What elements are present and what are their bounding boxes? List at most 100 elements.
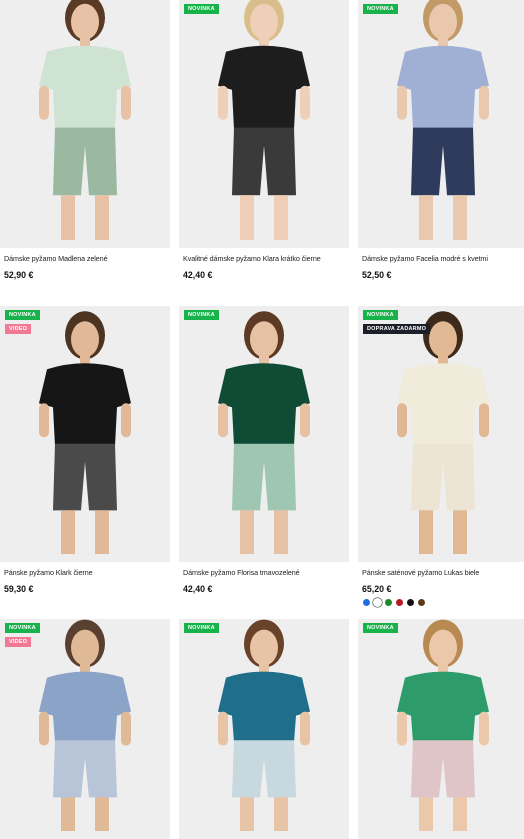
model-neck — [438, 354, 448, 365]
model-left-arm — [397, 711, 407, 746]
badge-group: NOVINKA — [184, 623, 219, 633]
product-photo — [0, 0, 170, 248]
model-neck — [438, 662, 448, 673]
product-photo — [358, 0, 524, 248]
product-image[interactable]: NOVINKA — [179, 306, 349, 562]
badge-group: NOVINKA DOPRAVA ZADARMO — [363, 310, 431, 334]
model-head — [71, 629, 99, 666]
model-left-leg — [61, 195, 75, 240]
product-photo — [0, 619, 170, 839]
model-neck — [259, 662, 269, 673]
color-swatch[interactable] — [374, 599, 381, 606]
model-right-arm — [479, 403, 489, 438]
model-right-leg — [274, 195, 288, 240]
model-left-arm — [218, 85, 228, 120]
product-title[interactable]: Dámske pyžamo Facelia modré s kvetmi — [362, 254, 488, 263]
product-photo — [179, 306, 349, 562]
new-badge: NOVINKA — [363, 4, 398, 14]
model-right-arm — [300, 85, 310, 120]
product-title[interactable]: Kvalitné dámske pyžamo Klara krátko čier… — [183, 254, 321, 263]
model-head — [250, 629, 278, 666]
product-photo — [179, 619, 349, 839]
model-right-arm — [121, 711, 131, 746]
model-left-leg — [240, 195, 254, 240]
model-right-arm — [300, 711, 310, 746]
model-left-arm — [397, 403, 407, 438]
model-right-leg — [95, 510, 109, 554]
product-image[interactable]: NOVINKA DOPRAVA ZADARMO — [358, 306, 524, 562]
product-photo — [179, 0, 349, 248]
model-left-leg — [419, 195, 433, 240]
model-right-arm — [479, 85, 489, 120]
product-image[interactable]: NOVINKA — [179, 619, 349, 839]
new-badge: NOVINKA — [184, 4, 219, 14]
free-shipping-badge: DOPRAVA ZADARMO — [363, 324, 431, 334]
product-image[interactable]: NOVINKA — [179, 0, 349, 248]
model-neck — [438, 36, 448, 47]
model-right-leg — [95, 195, 109, 240]
video-badge: VIDEO — [5, 637, 32, 647]
model-neck — [259, 36, 269, 47]
model-neck — [80, 662, 90, 673]
new-badge: NOVINKA — [5, 623, 40, 633]
badge-group: NOVINKA — [184, 310, 219, 320]
model-head — [429, 629, 457, 666]
product-title[interactable]: Dámske pyžamo Madlena zelené — [4, 254, 108, 263]
product-image[interactable]: NOVINKA VIDEO — [0, 306, 170, 562]
color-swatch[interactable] — [418, 599, 425, 606]
model-left-arm — [39, 711, 49, 746]
video-badge: VIDEO — [5, 324, 32, 334]
new-badge: NOVINKA — [184, 623, 219, 633]
product-price: 42,40 € — [183, 270, 213, 280]
color-swatches — [363, 599, 425, 606]
badge-group: NOVINKA — [184, 4, 219, 14]
model-right-arm — [121, 85, 131, 120]
badge-group: NOVINKA VIDEO — [5, 623, 40, 647]
model-head — [429, 321, 457, 358]
model-left-arm — [218, 711, 228, 746]
model-head — [429, 3, 457, 40]
product-title[interactable]: Pánske saténové pyžamo Lukas biele — [362, 568, 479, 577]
new-badge: NOVINKA — [5, 310, 40, 320]
product-image[interactable]: NOVINKA — [358, 619, 524, 839]
product-title[interactable]: Pánske pyžamo Klark čierne — [4, 568, 93, 577]
model-left-leg — [419, 797, 433, 831]
color-swatch[interactable] — [407, 599, 414, 606]
model-head — [71, 321, 99, 358]
product-image[interactable]: NOVINKA VIDEO — [0, 619, 170, 839]
product-photo — [0, 306, 170, 562]
model-right-arm — [300, 403, 310, 438]
model-left-leg — [240, 797, 254, 831]
color-swatch[interactable] — [385, 599, 392, 606]
model-right-arm — [479, 711, 489, 746]
new-badge: NOVINKA — [363, 310, 398, 320]
model-right-leg — [453, 797, 467, 831]
model-head — [71, 3, 99, 40]
model-left-arm — [218, 403, 228, 438]
product-title[interactable]: Dámske pyžamo Florisa tmavozelené — [183, 568, 300, 577]
product-photo — [358, 306, 524, 562]
model-right-leg — [95, 797, 109, 831]
model-right-leg — [453, 510, 467, 554]
model-head — [250, 321, 278, 358]
model-left-leg — [61, 797, 75, 831]
product-price: 52,90 € — [4, 270, 34, 280]
model-left-arm — [39, 403, 49, 438]
product-price: 59,30 € — [4, 584, 34, 594]
badge-group: NOVINKA — [363, 4, 398, 14]
model-right-arm — [121, 403, 131, 438]
model-left-arm — [39, 85, 49, 120]
color-swatch[interactable] — [396, 599, 403, 606]
product-image[interactable]: NOVINKA — [358, 0, 524, 248]
model-neck — [259, 354, 269, 365]
color-swatch[interactable] — [363, 599, 370, 606]
model-left-arm — [397, 85, 407, 120]
product-image[interactable] — [0, 0, 170, 248]
model-right-leg — [274, 797, 288, 831]
model-right-leg — [453, 195, 467, 240]
model-left-leg — [419, 510, 433, 554]
model-right-leg — [274, 510, 288, 554]
product-grid: Dámske pyžamo Madlena zelené 52,90 € NOVIN… — [0, 0, 524, 839]
model-neck — [80, 354, 90, 365]
new-badge: NOVINKA — [363, 623, 398, 633]
